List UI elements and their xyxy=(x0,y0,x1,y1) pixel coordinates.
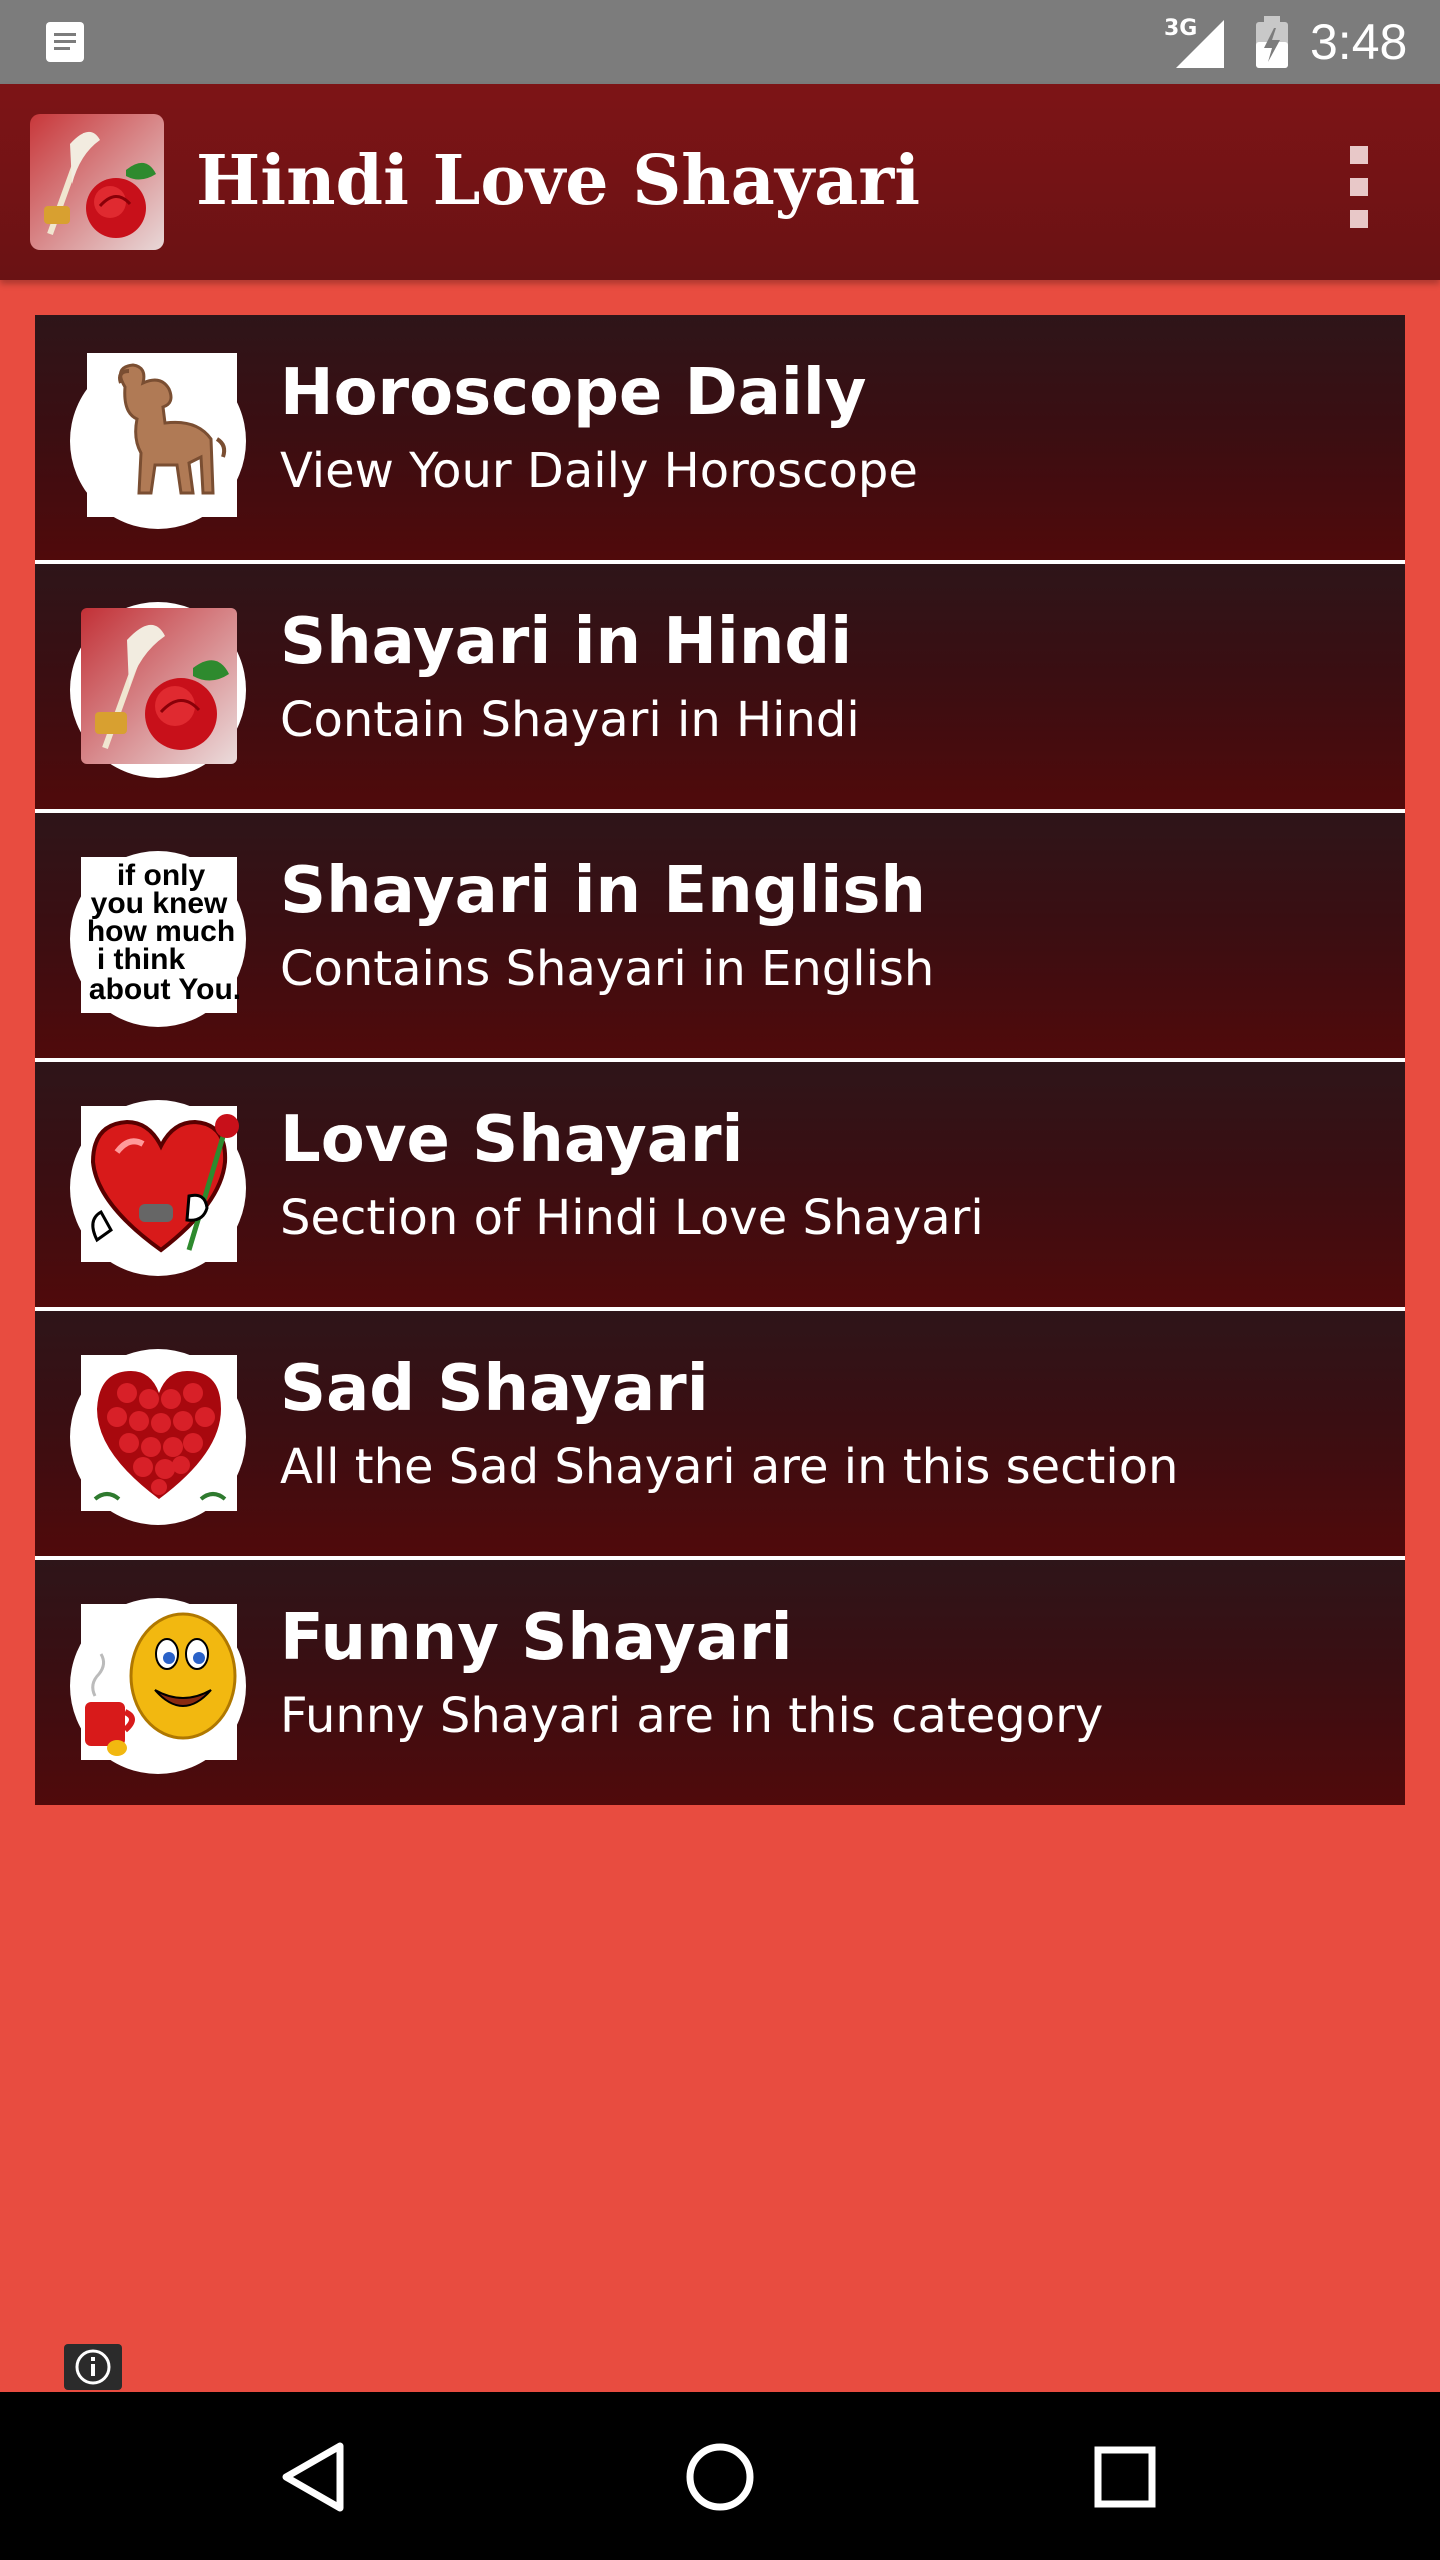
overflow-menu-dot xyxy=(1350,210,1368,228)
list-item-love-shayari[interactable]: Love Shayari Section of Hindi Love Shaya… xyxy=(35,1062,1405,1311)
ad-info-button[interactable] xyxy=(64,2344,122,2390)
overflow-menu-icon xyxy=(1350,146,1368,164)
notification-icon xyxy=(46,22,84,62)
battery-icon xyxy=(1256,16,1288,68)
overflow-menu-dot xyxy=(1350,178,1368,196)
info-icon xyxy=(75,2349,111,2385)
list-item-subtitle: Contains Shayari in English xyxy=(280,941,935,997)
menu-list: Horoscope Daily View Your Daily Horoscop… xyxy=(35,315,1405,1805)
list-item-title: Shayari in English xyxy=(280,854,926,928)
list-item-subtitle: Section of Hindi Love Shayari xyxy=(280,1190,984,1246)
navigation-bar xyxy=(0,2392,1440,2560)
overflow-menu-button[interactable] xyxy=(1322,142,1394,232)
app-bar: Hindi Love Shayari xyxy=(0,84,1440,280)
smiley-coffee-icon xyxy=(81,1604,237,1760)
list-item-title: Horoscope Daily xyxy=(280,356,867,430)
status-bar: 3G 3:48 xyxy=(0,0,1440,84)
list-item-title: Sad Shayari xyxy=(280,1352,709,1426)
list-item-subtitle: View Your Daily Horoscope xyxy=(280,443,918,499)
list-item-shayari-in-hindi[interactable]: Shayari in Hindi Contain Shayari in Hind… xyxy=(35,564,1405,813)
rose-heart-icon xyxy=(81,1355,237,1511)
list-item-horoscope-daily[interactable]: Horoscope Daily View Your Daily Horoscop… xyxy=(35,315,1405,564)
app-title: Hindi Love Shayari xyxy=(196,141,921,221)
recents-square-icon[interactable] xyxy=(1080,2432,1170,2522)
quote-line-5: about You. xyxy=(89,973,241,1006)
list-item-title: Shayari in Hindi xyxy=(280,605,853,679)
list-item-title: Funny Shayari xyxy=(280,1601,793,1675)
back-triangle-icon[interactable] xyxy=(270,2432,360,2522)
list-item-funny-shayari[interactable]: Funny Shayari Funny Shayari are in this … xyxy=(35,1560,1405,1805)
list-item-shayari-in-english[interactable]: if only you knew how much i think about … xyxy=(35,813,1405,1062)
list-item-subtitle: Contain Shayari in Hindi xyxy=(280,692,860,748)
rose-quill-icon xyxy=(30,114,164,250)
list-item-title: Love Shayari xyxy=(280,1103,744,1177)
home-circle-icon[interactable] xyxy=(675,2432,765,2522)
quote-line-4: i think xyxy=(97,943,186,976)
quote-text-icon: if only you knew how much i think about … xyxy=(81,857,241,1013)
list-item-subtitle: Funny Shayari are in this category xyxy=(280,1688,1104,1744)
heart-with-rose-icon xyxy=(81,1106,239,1262)
list-item-subtitle: All the Sad Shayari are in this section xyxy=(280,1439,1179,1495)
aries-ram-icon xyxy=(87,353,237,517)
rose-quill-icon xyxy=(81,608,237,764)
signal-icon xyxy=(1176,20,1224,68)
list-item-sad-shayari[interactable]: Sad Shayari All the Sad Shayari are in t… xyxy=(35,1311,1405,1560)
status-clock: 3:48 xyxy=(1310,14,1408,70)
